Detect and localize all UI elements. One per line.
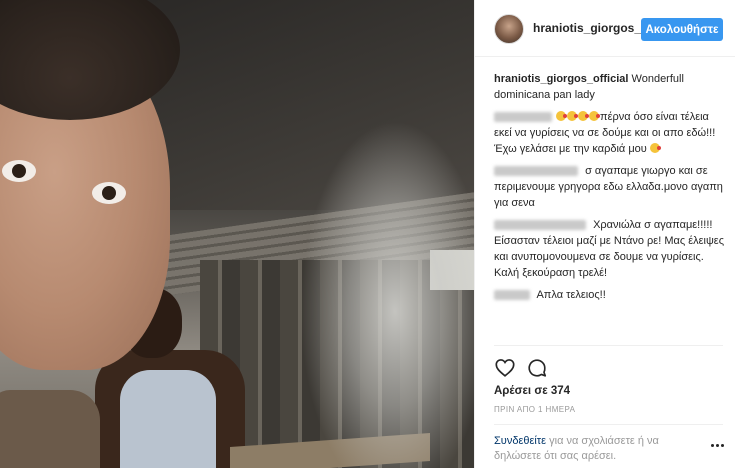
- photo-man-shirt: [0, 390, 100, 468]
- comment-username-redacted[interactable]: [494, 290, 530, 301]
- list-item: σ αγαπαμε γιωργο και σε περιμενουμε γρηγ…: [494, 163, 726, 211]
- list-item: Χρανιώλα σ αγαπαμε!!!!! Είσασταν τέλειοι…: [494, 217, 726, 281]
- emoji-icon: [589, 111, 600, 121]
- emoji-icon: [567, 111, 578, 121]
- comment-username-redacted[interactable]: [494, 220, 586, 231]
- comment-icon[interactable]: [526, 357, 548, 379]
- emoji-icon: [649, 143, 661, 153]
- caption: hraniotis_giorgos_official Wonderfull do…: [494, 71, 726, 103]
- photo-woman-top: [120, 370, 216, 468]
- login-link[interactable]: Συνδεθείτε: [494, 435, 546, 447]
- photo-man-eye-right: [92, 182, 126, 204]
- likes-count[interactable]: Αρέσει σε 374: [494, 385, 570, 397]
- caption-username[interactable]: hraniotis_giorgos_official: [494, 73, 628, 85]
- post-header: hraniotis_giorgos_ Ακολουθήστε: [475, 0, 735, 57]
- divider: [494, 345, 723, 346]
- login-prompt: Συνδεθείτε για να σχολιάσετε ή να δηλώσε…: [494, 434, 699, 464]
- list-item: πέρνα όσο είναι τέλεια εκεί να γυρίσεις …: [494, 109, 726, 157]
- post-photo[interactable]: [0, 0, 474, 468]
- comment-list: hraniotis_giorgos_official Wonderfull do…: [494, 71, 726, 309]
- comment-text: Απλα τελειος!!: [536, 289, 606, 301]
- list-item: Απλα τελειος!!: [494, 287, 726, 303]
- comment-username-redacted[interactable]: [494, 112, 552, 123]
- photo-man-eye-left: [2, 160, 36, 182]
- comment-username-redacted[interactable]: [494, 166, 578, 177]
- more-options-icon[interactable]: [711, 443, 725, 449]
- divider: [494, 424, 723, 425]
- photo-smoke: [300, 120, 474, 468]
- avatar[interactable]: [494, 14, 524, 44]
- header-username[interactable]: hraniotis_giorgos_: [533, 21, 641, 35]
- emoji-icon: [578, 111, 589, 121]
- follow-button[interactable]: Ακολουθήστε: [641, 18, 723, 41]
- post-timestamp: ΠΡΙΝ ΑΠΟ 1 ΗΜΕΡΑ: [494, 405, 576, 414]
- emoji-icon: [556, 111, 567, 121]
- post-actions: [494, 357, 554, 379]
- heart-icon[interactable]: [494, 357, 516, 379]
- post-sidebar: hraniotis_giorgos_ Ακολουθήστε hraniotis…: [474, 0, 735, 468]
